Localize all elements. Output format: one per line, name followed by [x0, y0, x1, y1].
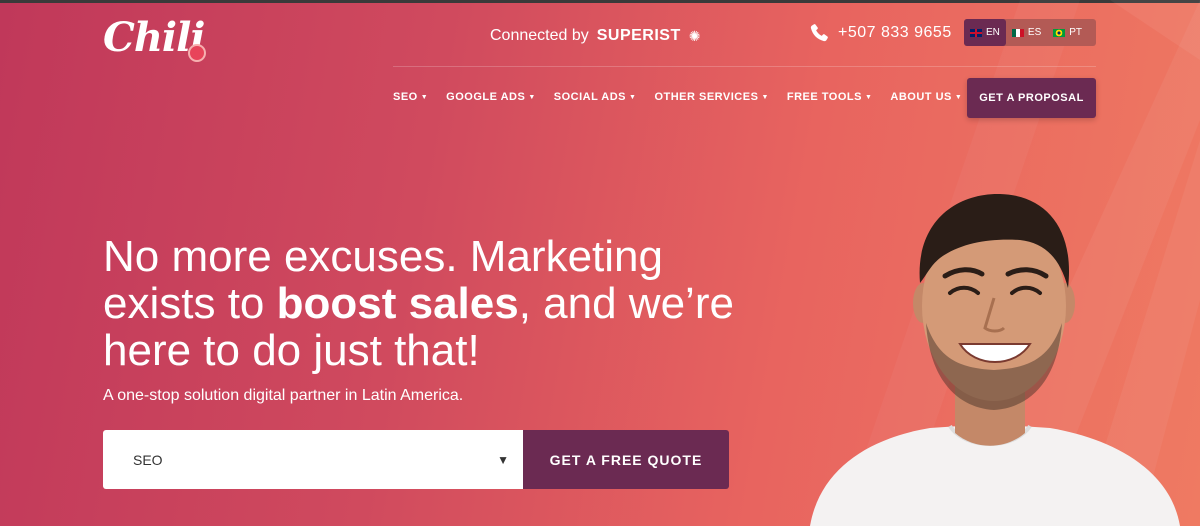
get-free-quote-button[interactable]: GET A FREE QUOTE: [523, 430, 729, 489]
language-option-es[interactable]: ES: [1006, 19, 1047, 46]
caret-down-icon: ▼: [954, 93, 963, 101]
language-option-en[interactable]: EN: [964, 19, 1006, 46]
phone-number: +507 833 9655: [838, 24, 952, 41]
nav-item-label: OTHER SERVICES: [654, 91, 759, 103]
main-nav: SEO ▼ GOOGLE ADS ▼ SOCIAL ADS ▼ OTHER SERVI…: [393, 91, 962, 103]
logo-chili-dot: [188, 44, 206, 62]
language-code: PT: [1069, 27, 1083, 38]
superist-sun-icon: ✺: [688, 27, 701, 44]
phone-contact[interactable]: +507 833 9655: [808, 22, 952, 44]
headline-bold-text: boost sales: [276, 279, 519, 328]
connected-label: Connected by: [490, 27, 589, 44]
nav-item-seo[interactable]: SEO ▼: [393, 91, 428, 103]
nav-item-label: GOOGLE ADS: [446, 91, 526, 103]
brazil-flag-icon: [1053, 28, 1066, 37]
caret-down-icon: ▼: [761, 93, 769, 101]
nav-item-other-services[interactable]: OTHER SERVICES ▼: [654, 91, 768, 103]
nav-item-label: FREE TOOLS: [786, 91, 862, 103]
chevron-down-icon: ▼: [497, 452, 509, 467]
hero-subtitle: A one-stop solution digital partner in L…: [103, 387, 464, 404]
language-option-pt[interactable]: PT: [1047, 19, 1088, 46]
nav-item-about-us[interactable]: ABOUT US ▼: [890, 91, 962, 103]
connected-by-badge: Connected by SUPERIST ✺: [490, 27, 700, 45]
superist-brand[interactable]: SUPERIST: [597, 27, 681, 45]
nav-item-free-tools[interactable]: FREE TOOLS ▼: [787, 91, 873, 103]
header-divider: [393, 66, 1096, 67]
language-switcher: EN ES PT: [964, 19, 1096, 46]
nav-item-label: SOCIAL ADS: [553, 91, 626, 103]
caret-down-icon: ▼: [864, 93, 873, 101]
language-code: EN: [986, 27, 1000, 38]
nav-item-social-ads[interactable]: SOCIAL ADS ▼: [554, 91, 637, 103]
mexico-flag-icon: [1011, 28, 1024, 37]
caret-down-icon: ▼: [629, 93, 637, 101]
phone-icon: [810, 24, 828, 42]
nav-item-label: ABOUT US: [890, 91, 952, 103]
service-select-value: SEO: [133, 451, 163, 468]
get-proposal-button[interactable]: GET A PROPOSAL: [967, 78, 1096, 118]
nav-item-label: SEO: [393, 91, 418, 103]
hero-headline: No more excuses. Marketing exists to boo…: [103, 233, 743, 374]
service-select[interactable]: SEO ▼: [103, 430, 523, 489]
smiling-man-photo: [810, 193, 1180, 526]
quote-form: SEO ▼ GET A FREE QUOTE: [103, 430, 729, 489]
language-code: ES: [1027, 27, 1042, 38]
caret-down-icon: ▼: [528, 93, 536, 101]
nav-item-google-ads[interactable]: GOOGLE ADS ▼: [446, 91, 536, 103]
uk-flag-icon: [970, 28, 982, 37]
caret-down-icon: ▼: [420, 93, 429, 101]
